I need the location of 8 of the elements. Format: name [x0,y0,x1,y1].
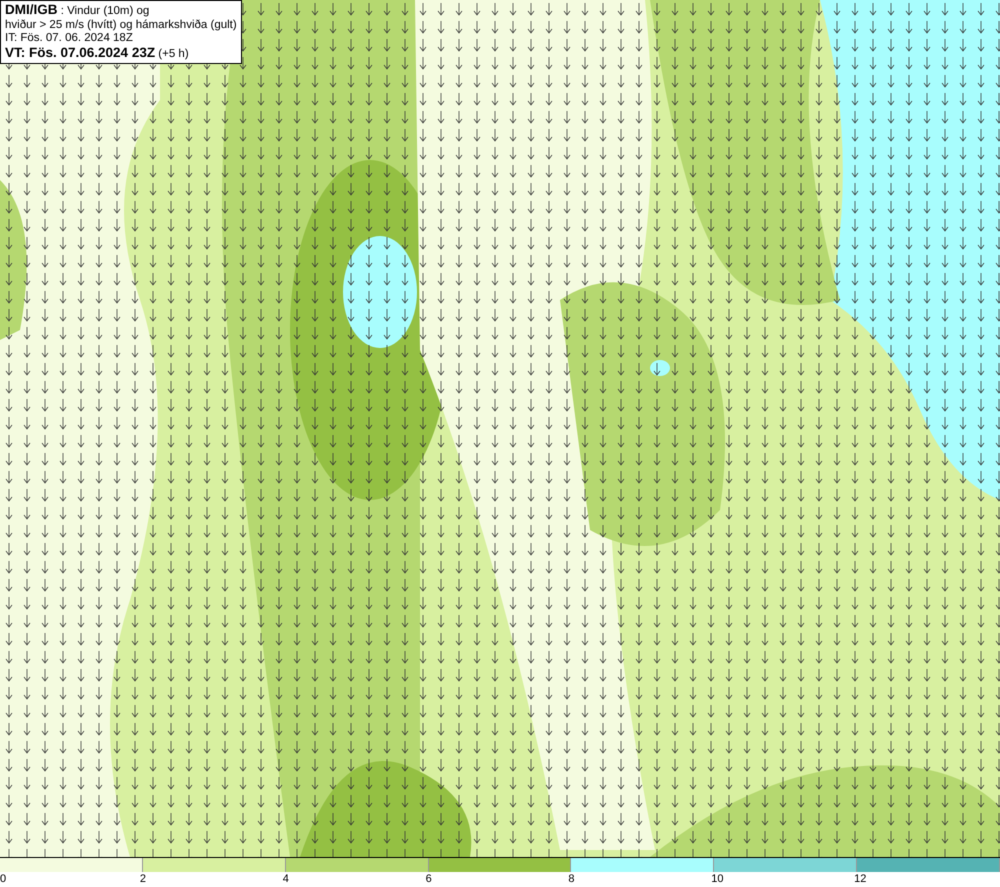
legend-label: 8 [568,872,575,886]
info-box: DMI/IGB : Vindur (10m) og hviður > 25 m/s (hvítt) og hámarkshviða (gult) IT: Fös. 07. 06. 2024 18Z VT: Fös. 07.06.2024 23Z (+5 h) [0,0,242,64]
legend-label: 12 [854,872,866,886]
legend-label: 10 [711,872,724,886]
legend-label: 6 [426,872,432,886]
legend-label: 0 [0,872,6,886]
legend-label: 2 [140,872,146,886]
legend-label: 4 [282,872,289,886]
